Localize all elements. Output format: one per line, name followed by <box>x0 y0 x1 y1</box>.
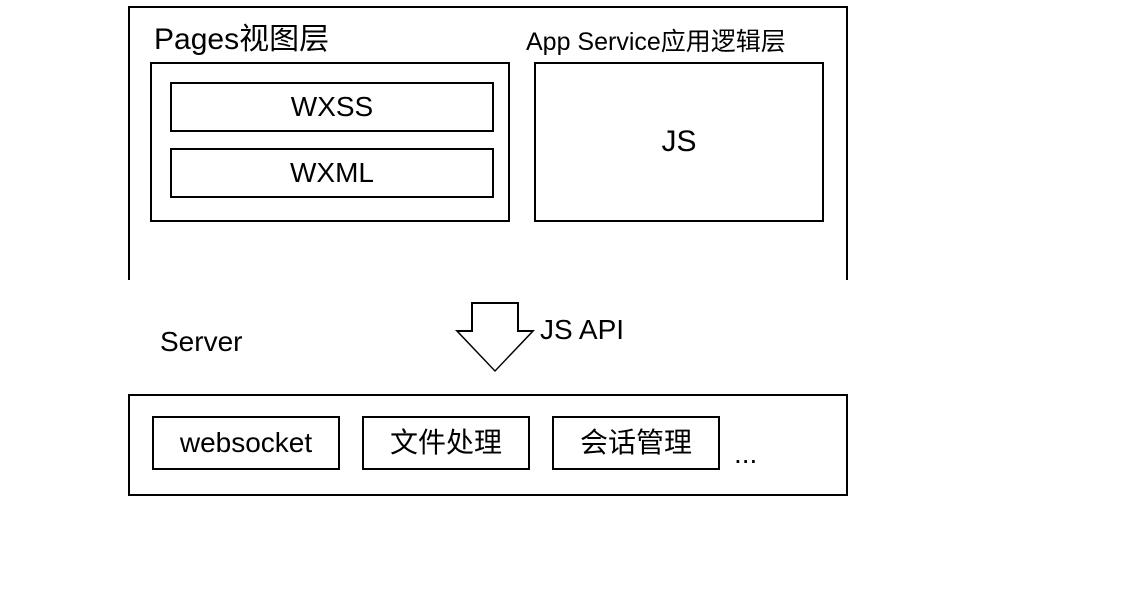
file-processing-box: 文件处理 <box>362 416 530 470</box>
server-container: websocket 文件处理 会话管理 ... <box>128 394 848 496</box>
jsapi-label: JS API <box>540 314 624 346</box>
down-arrow-icon <box>455 302 535 382</box>
wxss-box: WXSS <box>170 82 494 132</box>
server-label: Server <box>160 326 242 358</box>
top-layer-container: Pages视图层 App Service应用逻辑层 WXSS WXML JS <box>128 6 848 280</box>
app-service-logic-layer-title: App Service应用逻辑层 <box>526 22 786 58</box>
session-management-box: 会话管理 <box>552 416 720 470</box>
pages-view-layer-title: Pages视图层 <box>154 14 329 58</box>
js-box: JS <box>534 62 824 222</box>
pages-box: WXSS WXML <box>150 62 510 222</box>
ellipsis-label: ... <box>734 438 757 470</box>
websocket-box: websocket <box>152 416 340 470</box>
wxml-box: WXML <box>170 148 494 198</box>
